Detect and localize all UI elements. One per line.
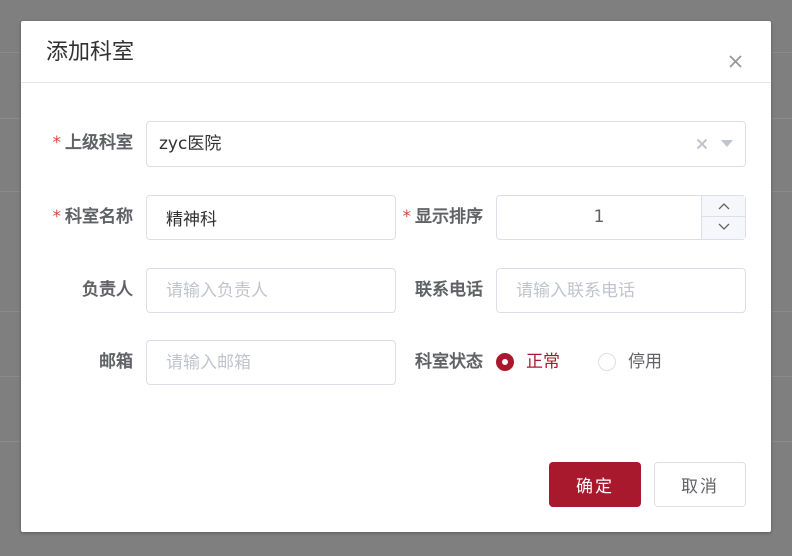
radio-unchecked-icon — [598, 353, 616, 371]
parent-dept-label: * 上级科室 — [39, 121, 134, 165]
required-mark: * — [52, 133, 62, 153]
parent-dept-value: zyc医院 — [159, 134, 222, 154]
dept-name-label-text: 科室名称 — [65, 207, 133, 227]
phone-label: 联系电话 — [415, 280, 483, 300]
email-label: 邮箱 — [99, 352, 133, 372]
radio-checked-icon — [496, 353, 514, 371]
close-button[interactable] — [725, 51, 747, 73]
leader-label: 负责人 — [82, 280, 133, 300]
clear-icon[interactable] — [695, 137, 709, 151]
sort-order-label: * 显示排序 — [389, 195, 484, 239]
sort-order-label-text: 显示排序 — [415, 207, 483, 227]
radio-label-normal: 正常 — [526, 352, 560, 372]
close-icon — [729, 55, 742, 68]
parent-dept-label-text: 上级科室 — [65, 133, 133, 153]
sort-order-stepper[interactable]: 1 — [496, 195, 746, 240]
dept-name-label: * 科室名称 — [39, 195, 134, 239]
dialog-header: 添加科室 — [21, 21, 771, 83]
stepper-controls — [701, 196, 746, 239]
email-input[interactable] — [146, 340, 396, 385]
add-department-dialog: 添加科室 *上级科室 zyc医院 *科室名称 *显示排序 1 — [21, 21, 771, 532]
leader-input[interactable] — [146, 268, 396, 313]
caret-down-icon[interactable] — [721, 140, 733, 148]
required-mark: * — [402, 207, 412, 227]
cancel-button[interactable]: 取消 — [654, 462, 746, 507]
parent-dept-select[interactable]: zyc医院 — [146, 121, 746, 167]
increase-button[interactable] — [702, 196, 746, 217]
status-label: 科室状态 — [415, 352, 483, 372]
chevron-up-icon — [718, 203, 730, 210]
required-mark: * — [52, 207, 62, 227]
phone-input[interactable] — [496, 268, 746, 313]
radio-label-disabled: 停用 — [628, 352, 662, 372]
decrease-button[interactable] — [702, 217, 746, 239]
sort-order-value[interactable]: 1 — [497, 196, 701, 239]
confirm-button[interactable]: 确定 — [549, 462, 641, 507]
chevron-down-icon — [718, 223, 730, 230]
dept-name-input[interactable] — [146, 195, 396, 240]
dialog-title: 添加科室 — [46, 40, 135, 65]
